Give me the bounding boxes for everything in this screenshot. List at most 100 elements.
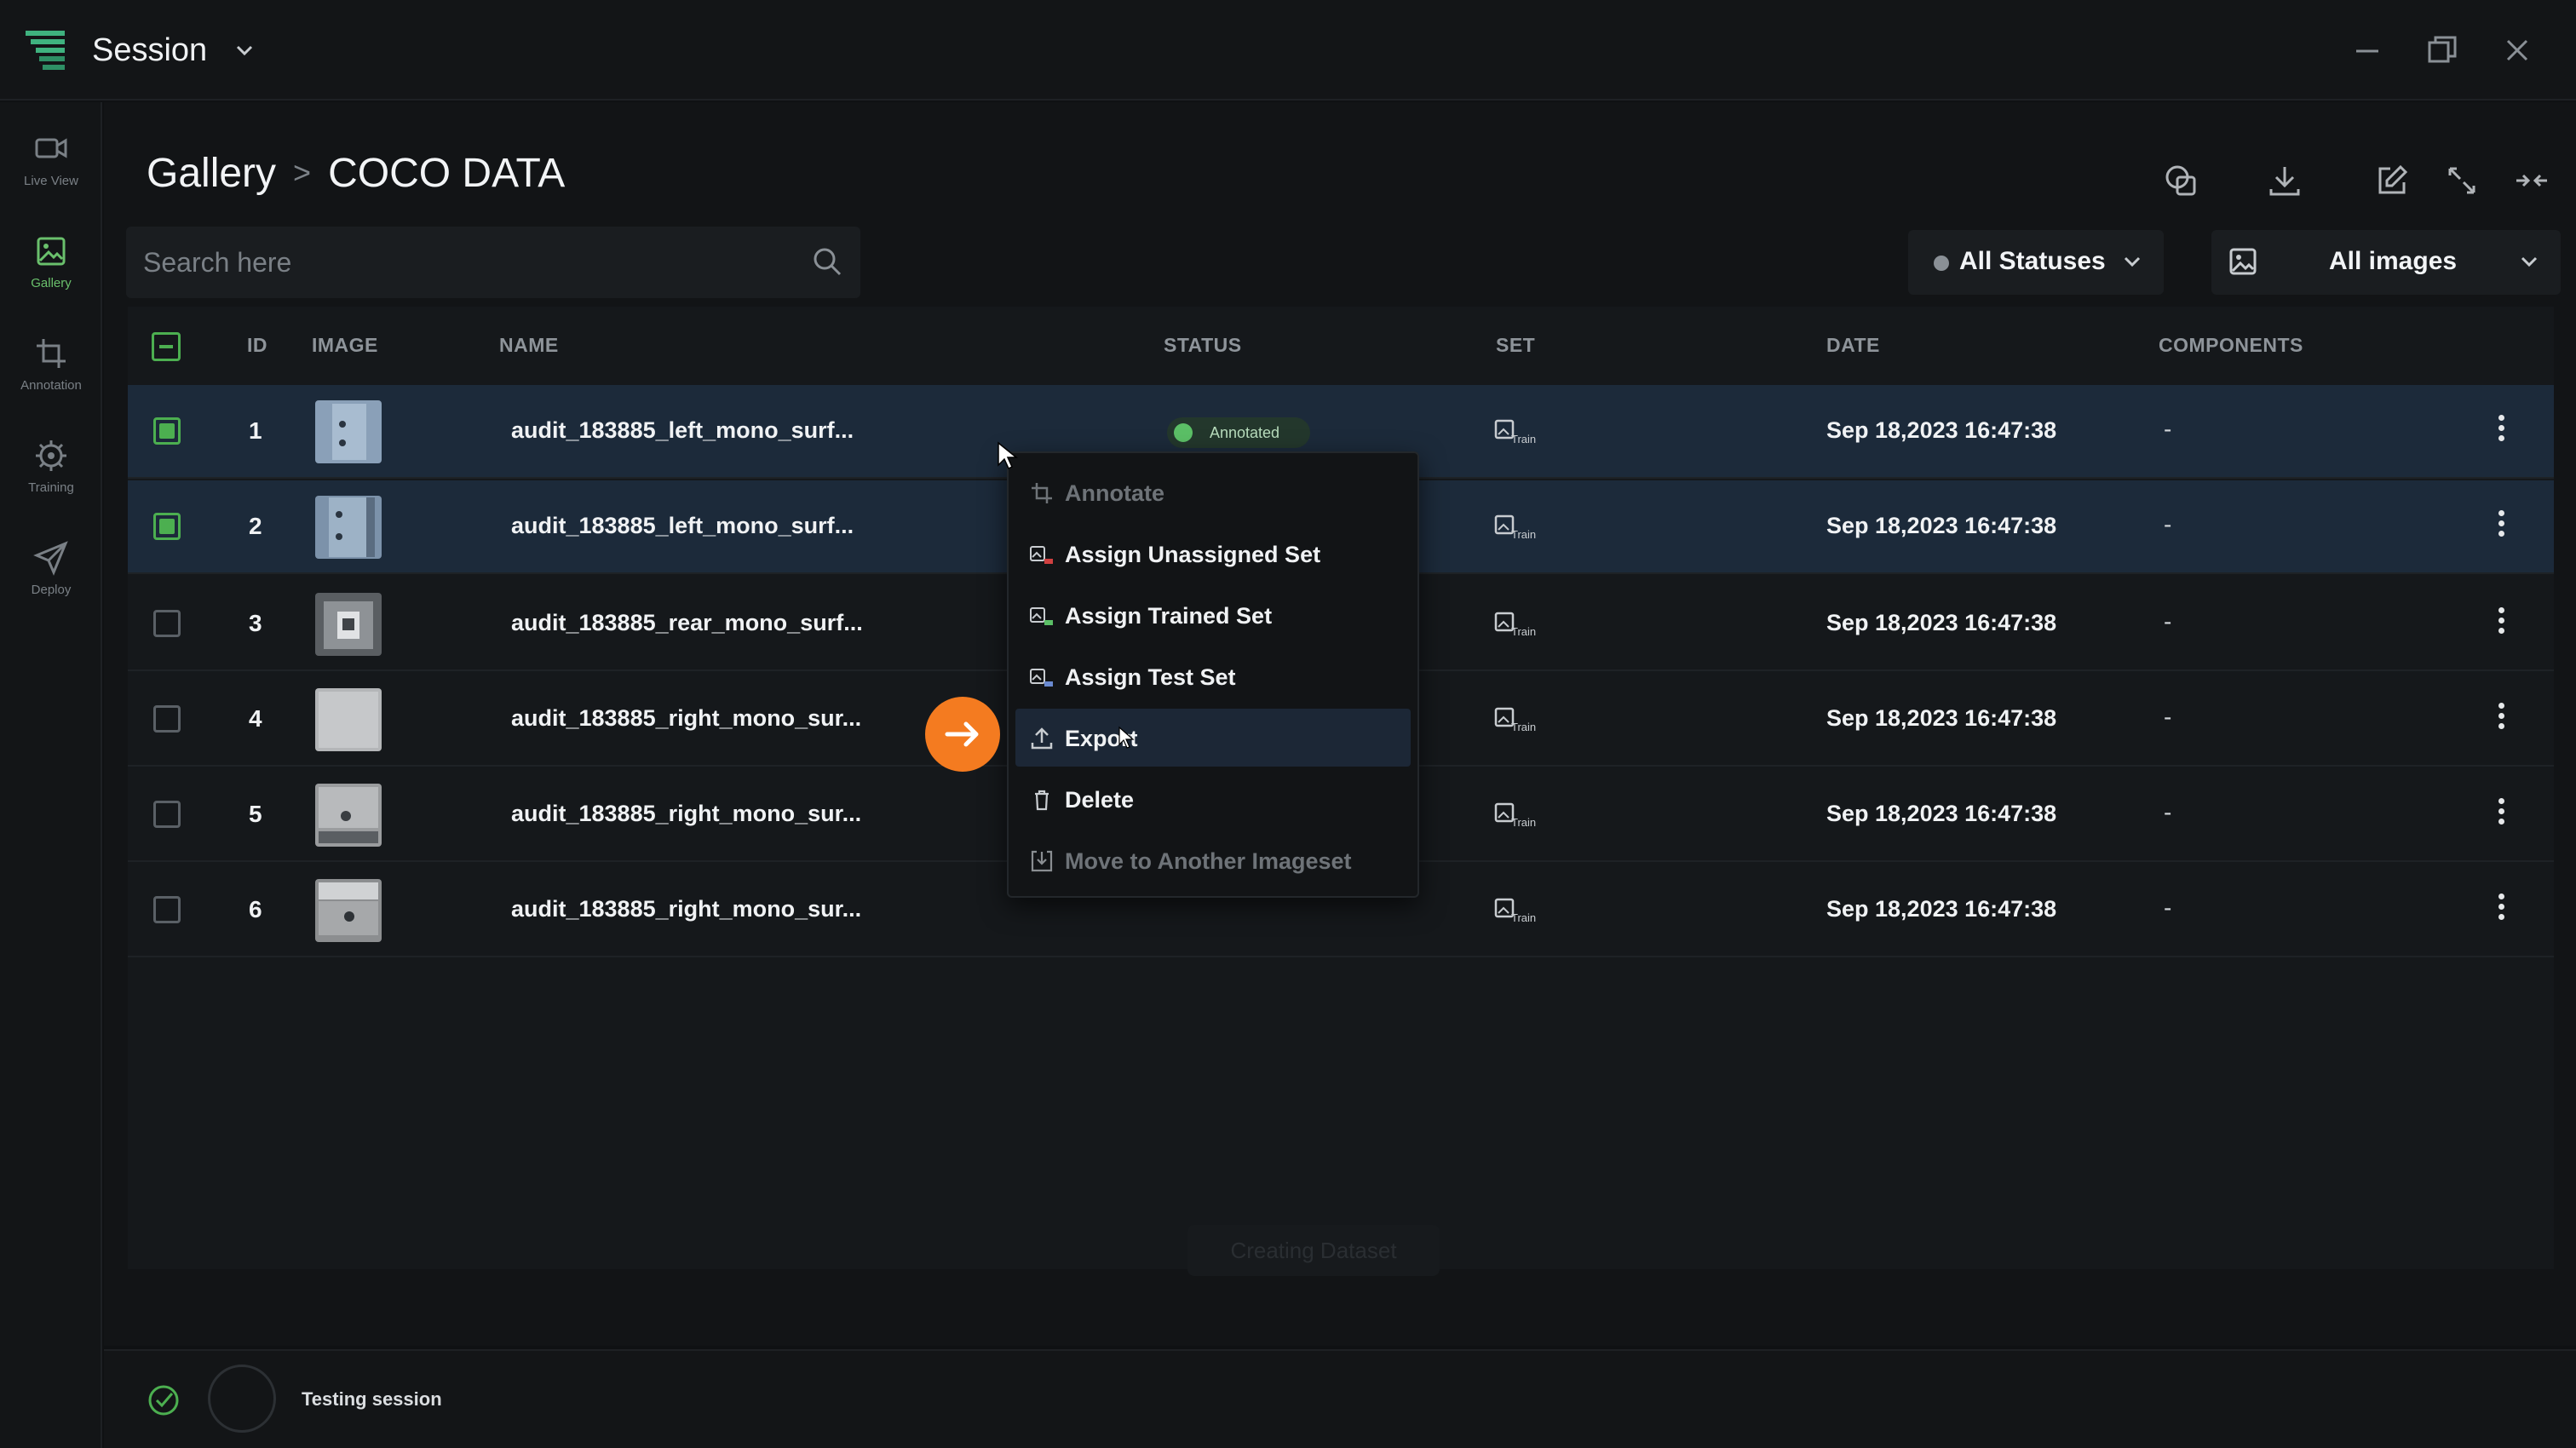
set-label: Train: [1511, 528, 1536, 541]
column-header-components[interactable]: COMPONENTS: [2159, 334, 2303, 357]
row-id: 3: [249, 610, 262, 636]
column-header-set[interactable]: SET: [1496, 334, 1535, 357]
more-options-icon[interactable]: [2493, 698, 2510, 739]
move-icon: [1031, 850, 1053, 872]
crop-icon: [1032, 483, 1052, 503]
menu-item-label: Annotate: [1065, 480, 1164, 506]
select-all-checkbox[interactable]: [152, 332, 181, 361]
image-thumbnail[interactable]: [315, 593, 382, 656]
row-date: Sep 18,2023 16:47:38: [1826, 801, 2057, 826]
row-checkbox[interactable]: [153, 417, 181, 445]
collapse-icon[interactable]: [2511, 160, 2552, 201]
set-icon: [1030, 607, 1053, 625]
sidebar-item-label: Deploy: [31, 583, 72, 597]
train-set-icon: Train: [1494, 419, 1536, 445]
row-id: 5: [249, 801, 262, 827]
images-filter-dropdown[interactable]: All images: [2211, 230, 2561, 295]
menu-item-assign-test-set[interactable]: Assign Test Set: [1015, 647, 1411, 705]
image-thumbnail[interactable]: [315, 688, 382, 751]
column-header-image[interactable]: IMAGE: [312, 334, 378, 357]
status-filter-dropdown[interactable]: All Statuses: [1908, 230, 2164, 295]
status-footer: Testing session: [104, 1349, 2576, 1448]
sidebar-item-training[interactable]: Training: [0, 426, 102, 511]
train-set-icon: Train: [1494, 612, 1536, 638]
menu-item-assign-trained-set[interactable]: Assign Trained Set: [1015, 586, 1411, 644]
duplicate-icon[interactable]: [2160, 160, 2201, 201]
check-circle-icon: [148, 1385, 179, 1416]
row-date: Sep 18,2023 16:47:38: [1826, 896, 2057, 922]
search-icon[interactable]: [809, 244, 845, 279]
trash-icon: [1035, 790, 1049, 811]
row-checkbox[interactable]: [153, 705, 181, 733]
more-options-icon[interactable]: [2493, 506, 2510, 547]
row-name[interactable]: audit_183885_left_mono_surf...: [511, 417, 854, 444]
row-components: -: [2164, 704, 2172, 730]
more-options-icon[interactable]: [2493, 411, 2510, 451]
search-box: [126, 227, 860, 298]
sidebar-item-gallery[interactable]: Gallery: [0, 221, 102, 307]
column-header-name[interactable]: NAME: [499, 334, 559, 357]
sidebar-item-label: Gallery: [31, 276, 72, 290]
train-set-icon: Train: [1494, 802, 1536, 829]
sidebar-item-deploy[interactable]: Deploy: [0, 528, 102, 613]
context-menu: Annotate Assign Unassigned Set Assign Tr…: [1007, 451, 1419, 898]
sidebar-item-annotation[interactable]: Annotation: [0, 324, 102, 409]
menu-item-label: Move to Another Imageset: [1065, 848, 1352, 874]
restore-icon[interactable]: [2423, 31, 2462, 70]
row-name[interactable]: audit_183885_rear_mono_surf...: [511, 610, 863, 636]
set-label: Train: [1511, 433, 1536, 445]
chevron-down-icon[interactable]: [232, 37, 257, 63]
column-header-id[interactable]: ID: [247, 334, 267, 357]
image-thumbnail[interactable]: [315, 879, 382, 942]
expand-icon[interactable]: [2441, 160, 2482, 201]
set-label: Train: [1511, 816, 1536, 829]
row-id: 2: [249, 513, 262, 539]
row-name[interactable]: audit_183885_right_mono_sur...: [511, 801, 861, 827]
session-title[interactable]: Session: [92, 32, 207, 69]
more-options-icon[interactable]: [2493, 794, 2510, 835]
image-thumbnail[interactable]: [315, 784, 382, 847]
crop-icon: [37, 339, 66, 368]
menu-item-delete[interactable]: Delete: [1015, 770, 1411, 828]
mouse-pointer-icon: [998, 441, 1019, 470]
more-options-icon[interactable]: [2493, 603, 2510, 644]
menu-item-label: Assign Unassigned Set: [1065, 542, 1321, 567]
highlight-arrow-badge: [925, 697, 1000, 772]
row-checkbox[interactable]: [153, 801, 181, 828]
breadcrumb-root[interactable]: Gallery: [147, 151, 276, 196]
row-name[interactable]: audit_183885_right_mono_sur...: [511, 705, 861, 732]
set-label: Train: [1511, 721, 1536, 733]
row-checkbox[interactable]: [153, 896, 181, 923]
minimize-icon[interactable]: [2348, 31, 2387, 70]
edit-icon[interactable]: [2372, 160, 2412, 201]
menu-item-label: Delete: [1065, 787, 1135, 813]
image-thumbnail[interactable]: [315, 400, 382, 463]
sidebar-item-live-view[interactable]: Live View: [0, 119, 102, 204]
download-icon[interactable]: [2264, 160, 2305, 201]
menu-item-annotate[interactable]: Annotate: [1015, 463, 1411, 521]
session-status-text: Testing session: [302, 1388, 442, 1410]
more-options-icon[interactable]: [2493, 889, 2510, 930]
menu-item-move-to-another-imageset[interactable]: Move to Another Imageset: [1015, 831, 1411, 889]
row-id: 1: [249, 417, 262, 444]
image-icon: [37, 237, 66, 266]
search-input[interactable]: [126, 227, 791, 298]
train-set-icon: Train: [1494, 898, 1536, 924]
sidebar-item-label: Training: [28, 480, 74, 495]
menu-item-assign-unassigned-set[interactable]: Assign Unassigned Set: [1015, 525, 1411, 583]
creating-dataset-button: Creating Dataset: [1187, 1225, 1440, 1276]
row-checkbox[interactable]: [153, 610, 181, 637]
column-header-date[interactable]: DATE: [1826, 334, 1880, 357]
row-name[interactable]: audit_183885_left_mono_surf...: [511, 513, 854, 539]
close-icon[interactable]: [2498, 31, 2537, 70]
row-checkbox[interactable]: [153, 513, 181, 540]
row-name[interactable]: audit_183885_right_mono_sur...: [511, 896, 861, 922]
menu-item-export[interactable]: Export: [1015, 709, 1411, 767]
image-thumbnail[interactable]: [315, 496, 382, 559]
chevron-down-icon: [2521, 256, 2538, 267]
sidebar: Live View Gallery Annotation Training De…: [0, 102, 102, 1448]
images-filter-label: All images: [2329, 247, 2458, 275]
sidebar-item-label: Annotation: [20, 378, 82, 393]
column-header-status[interactable]: STATUS: [1164, 334, 1242, 357]
status-dot: [1174, 423, 1193, 442]
